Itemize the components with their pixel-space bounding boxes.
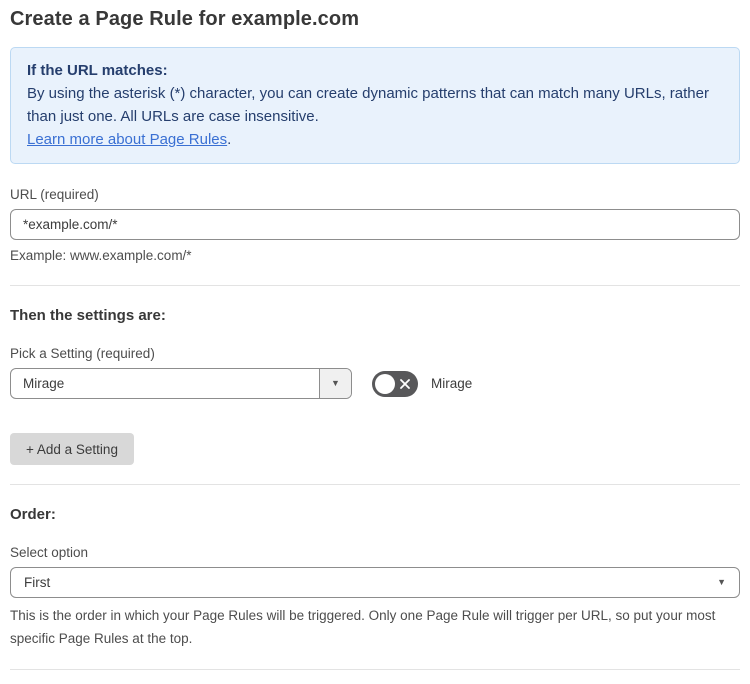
info-box-heading: If the URL matches:: [27, 62, 168, 79]
url-input[interactable]: [10, 209, 740, 240]
setting-select-value: Mirage: [23, 376, 65, 392]
mirage-toggle[interactable]: [372, 370, 418, 397]
order-select-value: First: [24, 575, 51, 591]
section-divider: [10, 668, 740, 670]
setting-row: Mirage ▼ Mirage: [10, 368, 740, 400]
section-divider: [10, 285, 740, 287]
order-heading: Order:: [10, 506, 56, 524]
pick-setting-label: Pick a Setting (required): [10, 346, 155, 362]
url-example-text: Example: www.example.com/*: [10, 248, 192, 263]
url-field-group: URL (required) Example: www.example.com/…: [10, 187, 740, 266]
info-box-body: By using the asterisk (*) character, you…: [27, 85, 709, 125]
setting-select-arrow-button[interactable]: ▼: [319, 369, 351, 399]
page-title: Create a Page Rule for example.com: [10, 8, 360, 30]
url-matches-info-box: If the URL matches: By using the asteris…: [10, 47, 740, 164]
dropdown-arrow-icon: ▼: [331, 378, 340, 389]
add-setting-button[interactable]: + Add a Setting: [10, 433, 134, 466]
toggle-label: Mirage: [431, 376, 473, 392]
settings-heading: Then the settings are:: [10, 307, 166, 325]
select-option-label: Select option: [10, 545, 89, 561]
section-divider: [10, 484, 740, 486]
order-select[interactable]: First ▼: [10, 567, 740, 599]
link-suffix: .: [227, 131, 232, 148]
toggle-x-icon: [397, 376, 413, 392]
order-help-text: This is the order in which your Page Rul…: [10, 608, 716, 646]
info-box-link-line: Learn more about Page Rules.: [27, 128, 723, 151]
setting-select[interactable]: Mirage ▼: [10, 368, 352, 400]
learn-more-link[interactable]: Learn more about Page Rules: [27, 131, 227, 148]
caret-down-icon: ▼: [717, 577, 726, 588]
toggle-knob: [375, 373, 395, 394]
url-label: URL (required): [10, 187, 99, 202]
